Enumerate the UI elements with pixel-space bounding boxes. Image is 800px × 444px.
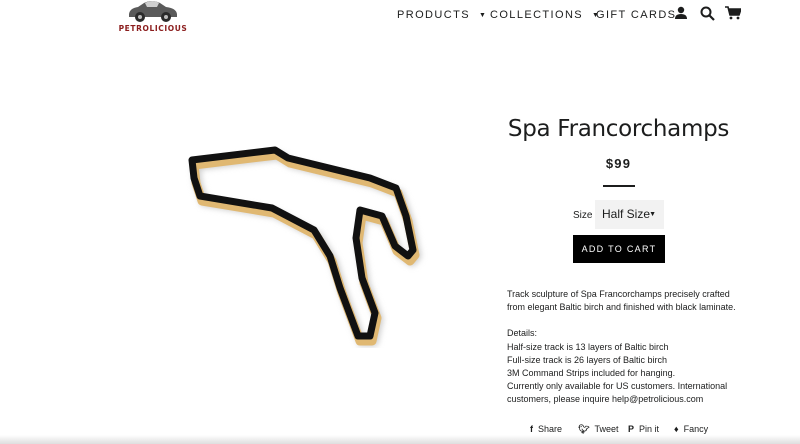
share-facebook-button[interactable]: f Share <box>530 424 562 434</box>
detail-line: 3M Command Strips included for hanging. <box>507 368 676 379</box>
nav-gift-cards[interactable]: GIFT CARDS <box>596 9 676 21</box>
product-description: Track sculpture of Spa Francorchamps pre… <box>507 288 739 407</box>
share-pinterest-button[interactable]: P Pin it <box>628 424 659 434</box>
size-select-value: Half Size <box>602 207 651 221</box>
size-label: Size <box>573 210 593 221</box>
bottom-shade <box>0 435 800 444</box>
share-twitter-button[interactable]: 🐦︎ Tweet <box>578 424 618 435</box>
product-image[interactable] <box>170 138 440 348</box>
pin-label: Pin it <box>639 424 660 434</box>
nav-products[interactable]: PRODUCTS ▼ <box>397 9 487 21</box>
product-price: $99 <box>605 156 632 171</box>
share-fancy-button[interactable]: ♦ Fancy <box>674 424 708 434</box>
chevron-down-icon: ▼ <box>478 12 488 19</box>
detail-line: Full-size track is 26 layers of Baltic b… <box>507 354 668 365</box>
logo-text: PETROLICIOUS <box>118 24 188 33</box>
fancy-label: Fancy <box>683 424 709 434</box>
description-text: Track sculpture of Spa Francorchamps pre… <box>507 289 736 313</box>
cart-icon[interactable] <box>725 6 743 25</box>
nav-products-label: PRODUCTS <box>397 9 470 21</box>
nav-collections-label: COLLECTIONS <box>490 9 584 21</box>
nav-gift-cards-label: GIFT CARDS <box>596 9 677 21</box>
chevron-down-icon: ▼ <box>649 211 656 218</box>
pinterest-icon: P <box>628 424 635 434</box>
nav-collections[interactable]: COLLECTIONS ▼ <box>490 9 600 21</box>
site-logo[interactable]: PETROLICIOUS <box>118 0 188 38</box>
detail-line: Currently only available for US customer… <box>507 381 728 405</box>
search-icon[interactable] <box>700 6 715 26</box>
product-title: Spa Francorchamps <box>507 116 730 142</box>
car-logo-icon <box>129 1 177 22</box>
detail-line: Half-size track is 13 layers of Baltic b… <box>507 341 669 352</box>
add-to-cart-button[interactable]: ADD TO CART <box>573 235 665 263</box>
twitter-icon: 🐦︎ <box>578 424 590 434</box>
facebook-icon: f <box>530 424 533 434</box>
tweet-label: Tweet <box>594 424 619 434</box>
size-select[interactable]: Half Size ▼ <box>595 200 664 229</box>
share-label: Share <box>538 424 563 434</box>
fancy-icon: ♦ <box>674 424 679 434</box>
details-heading: Details: <box>507 328 538 339</box>
title-divider <box>603 185 635 187</box>
account-icon[interactable] <box>674 6 688 25</box>
